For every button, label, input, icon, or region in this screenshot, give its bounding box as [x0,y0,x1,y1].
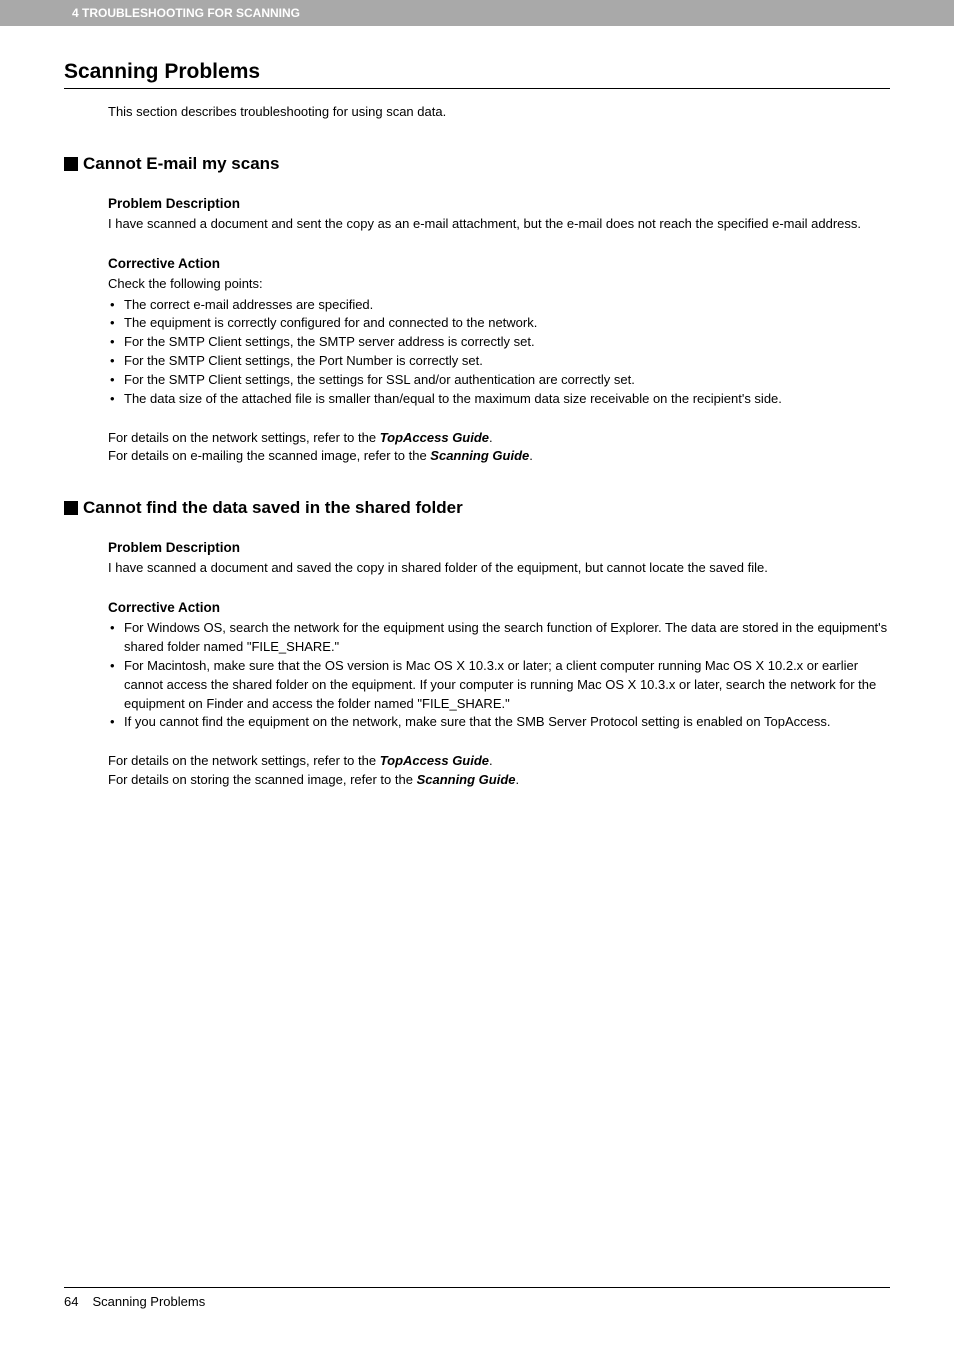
reference-line: For details on the network settings, ref… [108,752,890,771]
list-item: The data size of the attached file is sm… [108,390,890,409]
list-item: If you cannot find the equipment on the … [108,713,890,732]
list-item: For the SMTP Client settings, the SMTP s… [108,333,890,352]
corrective-action-heading: Corrective Action [108,256,890,271]
period: . [489,430,493,445]
reference-block: For details on the network settings, ref… [108,429,890,467]
period: . [516,772,520,787]
section-heading-text: Cannot find the data saved in the shared… [83,498,463,518]
checklist-email: The correct e-mail addresses are specifi… [108,296,890,409]
section-heading-folder: Cannot find the data saved in the shared… [64,498,890,518]
reference-block: For details on the network settings, ref… [108,752,890,790]
checklist-folder: For Windows OS, search the network for t… [108,619,890,732]
list-item: For the SMTP Client settings, the settin… [108,371,890,390]
list-item: The equipment is correctly configured fo… [108,314,890,333]
page-body: Scanning Problems This section describes… [0,60,954,790]
intro-text: This section describes troubleshooting f… [108,103,890,122]
page-number: 64 [64,1294,78,1309]
problem-description-text: I have scanned a document and sent the c… [108,215,890,234]
reference-text: For details on the network settings, ref… [108,430,380,445]
reference-text: For details on storing the scanned image… [108,772,417,787]
page-footer: 64 Scanning Problems [64,1287,890,1309]
chapter-header: 4 TROUBLESHOOTING FOR SCANNING [0,0,954,26]
list-item: For Windows OS, search the network for t… [108,619,890,657]
square-icon [64,157,78,171]
problem-description-heading: Problem Description [108,540,890,555]
list-item: The correct e-mail addresses are specifi… [108,296,890,315]
reference-guide: Scanning Guide [430,448,529,463]
footer-title: Scanning Problems [92,1294,205,1309]
corrective-action-heading: Corrective Action [108,600,890,615]
square-icon [64,501,78,515]
section-heading-email: Cannot E-mail my scans [64,154,890,174]
reference-guide: TopAccess Guide [380,753,489,768]
problem-description-heading: Problem Description [108,196,890,211]
corrective-action-lead: Check the following points: [108,275,890,294]
period: . [529,448,533,463]
reference-text: For details on the network settings, ref… [108,753,380,768]
list-item: For the SMTP Client settings, the Port N… [108,352,890,371]
reference-guide: Scanning Guide [417,772,516,787]
page-title: Scanning Problems [64,60,890,89]
reference-line: For details on storing the scanned image… [108,771,890,790]
problem-description-text: I have scanned a document and saved the … [108,559,890,578]
list-item: For Macintosh, make sure that the OS ver… [108,657,890,714]
reference-line: For details on e-mailing the scanned ima… [108,447,890,466]
reference-guide: TopAccess Guide [380,430,489,445]
period: . [489,753,493,768]
reference-line: For details on the network settings, ref… [108,429,890,448]
reference-text: For details on e-mailing the scanned ima… [108,448,430,463]
section-heading-text: Cannot E-mail my scans [83,154,280,174]
